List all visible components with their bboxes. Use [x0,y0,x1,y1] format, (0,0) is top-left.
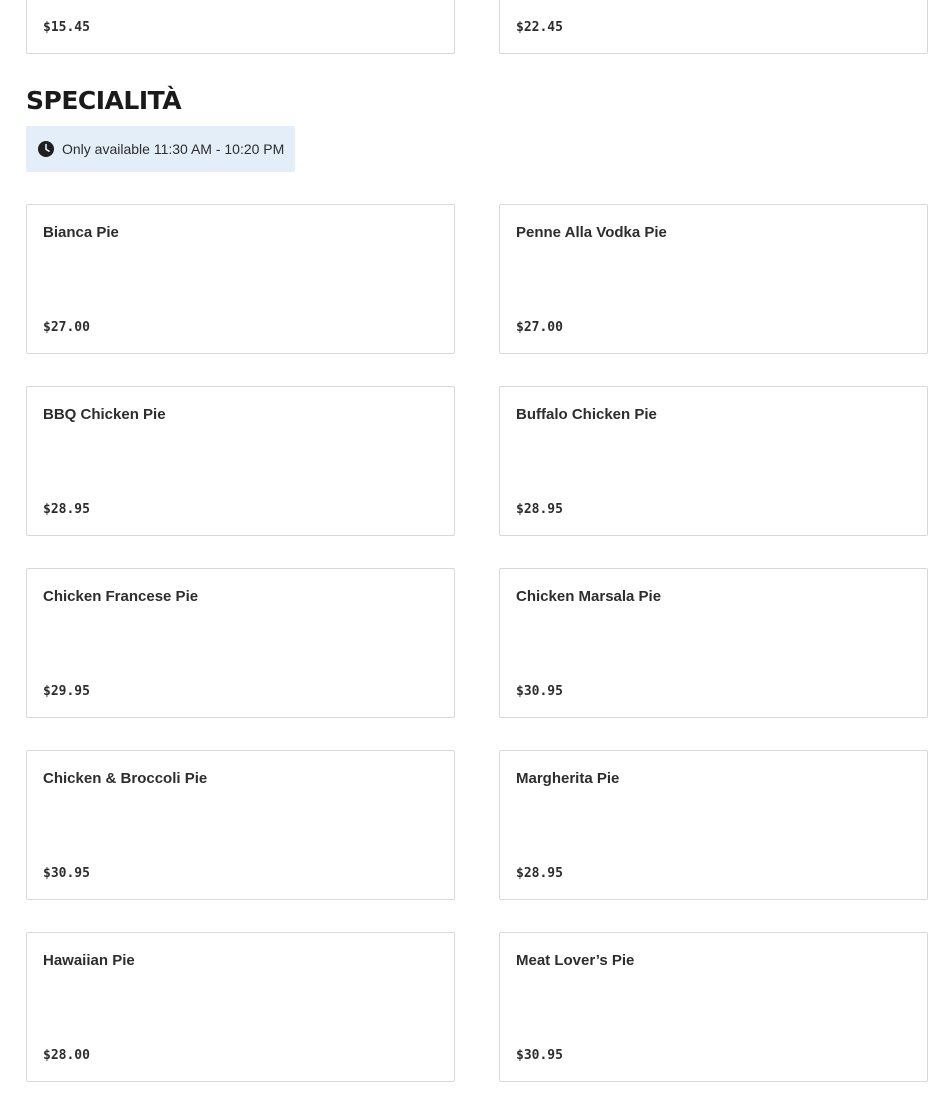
item-price: $27.00 [43,320,90,335]
menu-item-card[interactable]: Hawaiian Pie $28.00 [26,932,455,1082]
item-price: $30.95 [516,684,563,699]
item-price: $28.95 [43,502,90,517]
menu-item-card[interactable]: $22.45 [499,0,928,54]
menu-item-card[interactable]: Penne Alla Vodka Pie $27.00 [499,204,928,354]
menu-item-card[interactable]: Margherita Pie $28.95 [499,750,928,900]
item-price: $27.00 [516,320,563,335]
menu-item-card[interactable]: Bianca Pie $27.00 [26,204,455,354]
item-price: $29.95 [43,684,90,699]
item-price: $30.95 [43,866,90,881]
item-name: Penne Alla Vodka Pie [516,224,667,241]
item-price: $22.45 [516,20,563,35]
menu-item-card[interactable]: $15.45 [26,0,455,54]
menu-item-card[interactable]: Chicken Marsala Pie $30.95 [499,568,928,718]
item-name: BBQ Chicken Pie [43,406,166,423]
item-name: Margherita Pie [516,770,620,787]
item-name: Bianca Pie [43,224,119,241]
menu-item-card[interactable]: Chicken & Broccoli Pie $30.95 [26,750,455,900]
item-price: $15.45 [43,20,90,35]
item-name: Chicken & Broccoli Pie [43,770,208,787]
menu-item-card[interactable]: Buffalo Chicken Pie $28.95 [499,386,928,536]
item-name: Buffalo Chicken Pie [516,406,657,423]
item-price: $28.00 [43,1048,90,1063]
item-price: $30.95 [516,1048,563,1063]
menu-item-card[interactable]: BBQ Chicken Pie $28.95 [26,386,455,536]
item-name: Hawaiian Pie [43,952,135,969]
menu-item-card[interactable]: Chicken Francese Pie $29.95 [26,568,455,718]
item-name: Chicken Marsala Pie [516,588,662,605]
item-name: Chicken Francese Pie [43,588,199,605]
menu-item-card[interactable]: Meat Lover’s Pie $30.95 [499,932,928,1082]
item-name: Meat Lover’s Pie [516,952,635,969]
clock-icon [38,141,54,157]
availability-banner: Only available 11:30 AM - 10:20 PM [26,126,295,172]
availability-text: Only available 11:30 AM - 10:20 PM [62,141,285,157]
item-price: $28.95 [516,866,563,881]
section-title: SPECIALITÀ [26,86,182,115]
item-price: $28.95 [516,502,563,517]
